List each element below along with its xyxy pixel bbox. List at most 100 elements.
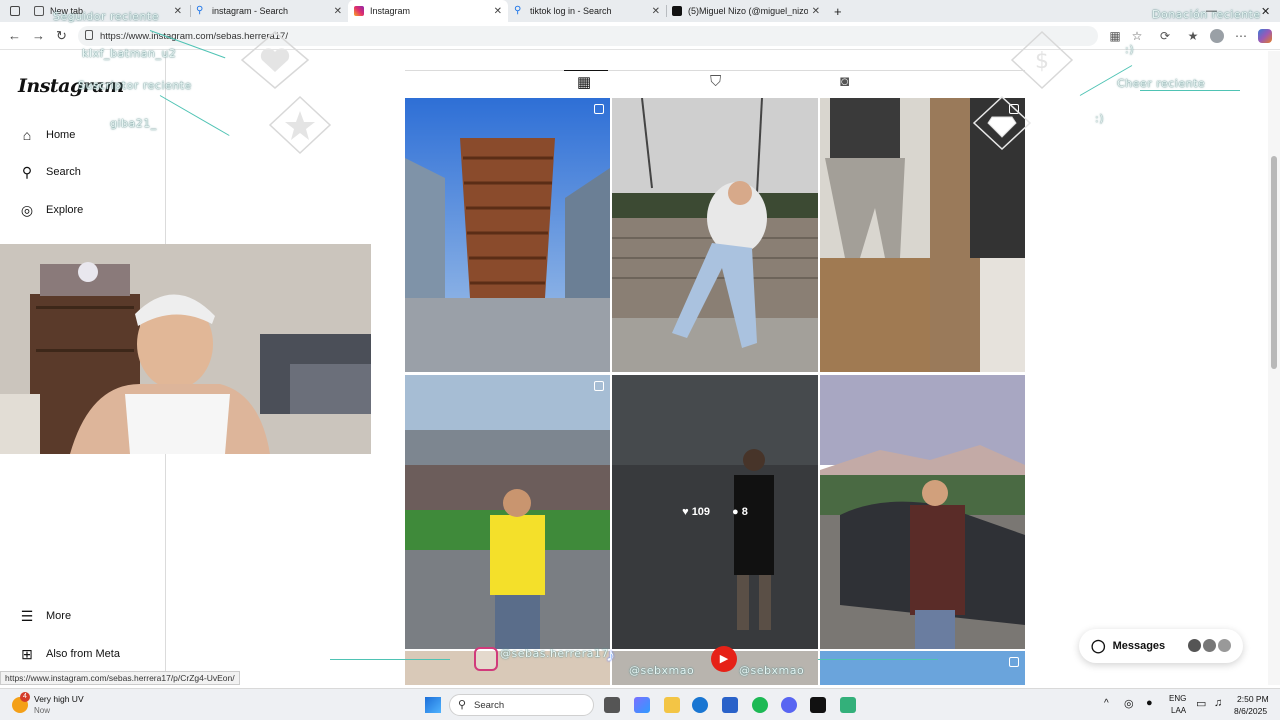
- tab-label: Instagram: [370, 6, 411, 16]
- post-car[interactable]: [820, 375, 1025, 649]
- spotify-icon[interactable]: [752, 697, 768, 713]
- copilot-icon[interactable]: [1258, 29, 1272, 43]
- nav-label: Home: [46, 129, 76, 141]
- overlay-subscriber-label: Suscriptor reciente: [78, 79, 192, 92]
- nav-explore[interactable]: ◎ Explore: [18, 199, 83, 221]
- profile-avatar[interactable]: [1210, 29, 1224, 43]
- microphone-icon[interactable]: ●: [1146, 697, 1153, 709]
- nav-search[interactable]: ⚲ Search: [18, 161, 81, 183]
- dollar-icon: $: [1010, 30, 1074, 90]
- nav-home[interactable]: ⌂ Home: [18, 124, 76, 146]
- tab-actions-icon[interactable]: [4, 0, 22, 22]
- tiktok-icon: [672, 6, 682, 16]
- url-field[interactable]: https://www.instagram.com/sebas.herrera1…: [78, 26, 1098, 46]
- windows-start-icon[interactable]: [425, 697, 441, 713]
- post-stadium[interactable]: [405, 375, 610, 649]
- nav-label: Explore: [46, 204, 84, 216]
- new-tab-button[interactable]: +: [828, 0, 848, 22]
- post-hover-overlay[interactable]: ♥ 109 ● 8: [612, 375, 818, 649]
- tab-instagram[interactable]: Instagram ✕: [348, 0, 508, 22]
- forward-icon[interactable]: →: [32, 28, 45, 43]
- tab-label: tiktok log in - Search: [530, 6, 612, 16]
- overlay-donation-label: Donación reciente: [1152, 8, 1261, 21]
- copilot-app-icon[interactable]: [634, 697, 650, 713]
- search-icon: ⚲: [458, 699, 467, 711]
- post-image: [405, 375, 610, 649]
- status-bar-url: https://www.instagram.com/sebas.herrera1…: [0, 671, 240, 685]
- overlay-cheer-label: Cheer reciente: [1117, 77, 1206, 90]
- more-options-icon[interactable]: ⋯: [1234, 29, 1248, 43]
- volume-icon[interactable]: ♫: [1214, 697, 1222, 709]
- nav-more[interactable]: ☰ More: [18, 605, 71, 627]
- messenger-icon: ◯: [1091, 638, 1106, 653]
- post-bench[interactable]: [612, 98, 818, 372]
- favorites-icon[interactable]: ★: [1186, 29, 1200, 43]
- meta-icon: ⊞: [21, 645, 33, 662]
- avatar: [1217, 638, 1232, 653]
- tagged-icon[interactable]: ◙: [840, 73, 849, 90]
- nav-label: Search: [46, 166, 81, 178]
- plus-icon: +: [834, 3, 842, 19]
- avatar: [1202, 638, 1217, 653]
- tab-tiktok-profile[interactable]: (5)Miguel Nizo (@miguel_nizo) | T ✕: [666, 0, 826, 22]
- store-icon[interactable]: [722, 697, 738, 713]
- tab-tiktok-search[interactable]: ⚲ tiktok log in - Search ✕: [508, 0, 666, 22]
- nav-label: Also from Meta: [46, 648, 120, 660]
- close-icon[interactable]: ✕: [334, 6, 342, 17]
- search-icon: ⚲: [21, 163, 33, 180]
- grid-icon[interactable]: ▦: [577, 73, 591, 91]
- tiktok-icon: ♪: [606, 645, 615, 665]
- tab-instagram-search[interactable]: ⚲ instagram - Search ✕: [190, 0, 348, 22]
- messages-label: Messages: [1112, 640, 1166, 652]
- taskbar-search-input[interactable]: ⚲ Search: [449, 694, 594, 716]
- extensions-icon[interactable]: ⟳: [1158, 29, 1172, 43]
- heart-icon: ♥: [682, 506, 689, 518]
- post-vessel[interactable]: [405, 98, 610, 372]
- messages-button[interactable]: ◯ Messages: [1079, 629, 1243, 663]
- chevron-up-icon[interactable]: ^: [1104, 698, 1109, 709]
- clock-time[interactable]: 2:50 PM: [1237, 694, 1269, 704]
- notepad-icon[interactable]: [840, 697, 856, 713]
- instagram-icon: [474, 647, 498, 671]
- post-row3-3[interactable]: [820, 651, 1025, 685]
- close-icon[interactable]: ✕: [174, 6, 182, 17]
- weather-title[interactable]: Very high UV: [34, 694, 84, 704]
- close-icon[interactable]: ✕: [652, 6, 660, 17]
- network-icon[interactable]: ◎: [1124, 697, 1134, 710]
- bookmark-icon[interactable]: ⛉: [710, 73, 721, 90]
- star-icon: [268, 95, 332, 155]
- overlay-social-youtube: @sebxmao: [739, 664, 805, 677]
- edge-icon[interactable]: [692, 697, 708, 713]
- likes-value: 109: [691, 506, 711, 518]
- comment-icon: ●: [732, 506, 739, 518]
- scrollbar-thumb[interactable]: [1271, 156, 1277, 369]
- app-icon[interactable]: ▦: [1108, 29, 1122, 43]
- close-icon[interactable]: ✕: [494, 6, 502, 17]
- file-explorer-icon[interactable]: [664, 697, 680, 713]
- language-secondary: LAA: [1171, 706, 1187, 715]
- lock-icon: [85, 30, 93, 40]
- language-primary[interactable]: ENG: [1169, 694, 1186, 703]
- back-icon[interactable]: ←: [8, 28, 21, 43]
- overlay-follower-name: kIxf_batman_u2: [82, 47, 177, 60]
- nav-also-from-meta[interactable]: ⊞ Also from Meta: [18, 643, 120, 665]
- webcam-feed: [0, 244, 371, 454]
- overlay-subscriber-name: giba21_: [110, 117, 157, 130]
- tab-label: (5)Miguel Nizo (@miguel_nizo) | T: [688, 6, 808, 16]
- carousel-icon: [594, 381, 604, 391]
- discord-icon[interactable]: [781, 697, 797, 713]
- obs-icon[interactable]: [810, 697, 826, 713]
- active-tab-indicator: [564, 70, 608, 71]
- likes-count: ♥ 109: [682, 506, 710, 518]
- favorite-star-icon[interactable]: ☆: [1130, 29, 1144, 43]
- browser-tab-bar: New tab ✕ ⚲ instagram - Search ✕ Instagr…: [0, 0, 1280, 22]
- windows-taskbar: 4 Very high UV Now ⚲ Search ^ ◎ ● ENG LA…: [0, 688, 1280, 720]
- overlay-follower-label: Seguidor reciente: [53, 10, 159, 23]
- display-icon[interactable]: ▭: [1196, 697, 1206, 710]
- page-scrollbar[interactable]: [1268, 51, 1280, 685]
- overlay-social-tiktok: @sebxmao: [629, 664, 695, 677]
- reload-icon[interactable]: ↻: [56, 28, 67, 44]
- close-icon[interactable]: ✕: [812, 6, 820, 17]
- task-view-icon[interactable]: [604, 697, 620, 713]
- search-icon: ⚲: [196, 5, 204, 16]
